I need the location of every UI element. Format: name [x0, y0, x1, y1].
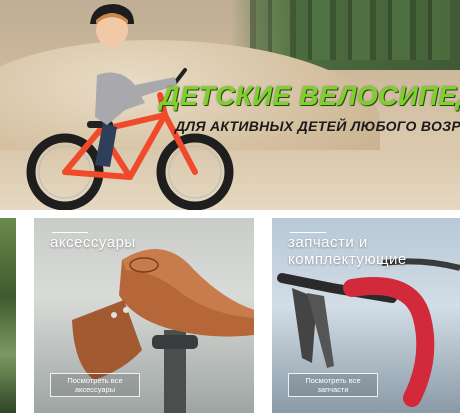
child-head-illustration: [90, 4, 134, 47]
card-title: аксессуары: [50, 234, 136, 251]
hero-banner[interactable]: ДЕТСКИЕ ВЕЛОСИПЕДЫ ДЛЯ АКТИВНЫХ ДЕТЕЙ ЛЮ…: [0, 0, 460, 210]
category-card-parts[interactable]: запчасти и комплектующие Посмотреть все …: [272, 218, 460, 413]
card-title-divider: [290, 232, 326, 233]
view-all-parts-button[interactable]: Посмотреть все запчасти: [288, 373, 378, 397]
hero-background-trees: [250, 0, 450, 60]
view-all-accessories-button[interactable]: Посмотреть все аксессуары: [50, 373, 140, 397]
card-title: запчасти и комплектующие: [288, 234, 407, 268]
category-card-accessories[interactable]: аксессуары Посмотреть все аксессуары: [34, 218, 254, 413]
hero-title: ДЕТСКИЕ ВЕЛОСИПЕДЫ: [160, 81, 460, 111]
category-card-partial[interactable]: [0, 218, 16, 413]
card-title-divider: [52, 232, 88, 233]
hero-subtitle: ДЛЯ АКТИВНЫХ ДЕТЕЙ ЛЮБОГО ВОЗРАСТА: [175, 118, 460, 134]
